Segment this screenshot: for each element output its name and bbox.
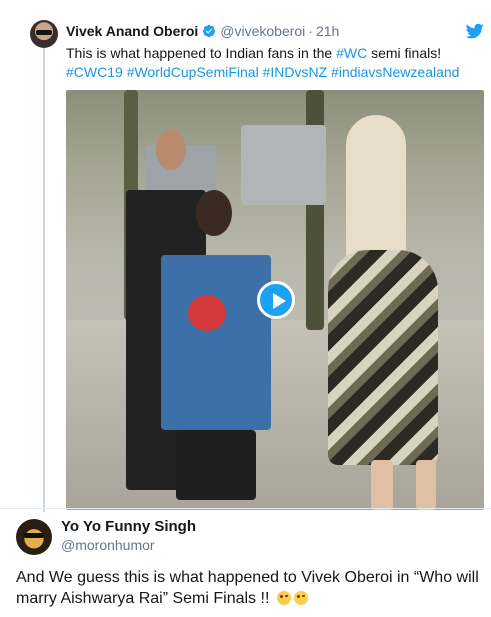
author-handle[interactable]: @vivekoberoi (220, 23, 305, 39)
hashtag-link[interactable]: #indiavsNewzealand (331, 64, 459, 80)
reply-tweet[interactable]: Yo Yo Funny Singh @moronhumor And We gue… (0, 508, 491, 617)
reply-author-handle[interactable]: @moronhumor (61, 537, 155, 553)
video-player[interactable] (66, 90, 484, 510)
tweet-text-tail: semi finals! (367, 45, 442, 61)
winking-face-emoji-icon (276, 591, 291, 605)
video-scene-car (241, 125, 326, 205)
author-name[interactable]: Vivek Anand Oberoi (66, 23, 198, 39)
quoted-tweet[interactable]: Vivek Anand Oberoi @vivekoberoi · 21h Th… (10, 8, 484, 512)
play-icon[interactable] (257, 281, 295, 319)
video-scene-person-legs (176, 430, 256, 500)
tweet-text: This is what happened to Indian fans in … (66, 45, 337, 61)
hashtag-link[interactable]: #WC (336, 45, 367, 61)
author-avatar[interactable] (30, 20, 58, 48)
reply-tweet-body: And We guess this is what happened to Vi… (16, 567, 481, 609)
video-scene-person-head (196, 190, 232, 236)
hashtag-link[interactable]: #WorldCupSemiFinal (127, 64, 259, 80)
verified-badge-icon (202, 24, 216, 38)
tweet-body: This is what happened to Indian fans in … (66, 44, 486, 82)
hashtag-link[interactable]: #INDvsNZ (263, 64, 328, 80)
reply-author-avatar[interactable] (16, 519, 52, 555)
separator-dot: · (308, 23, 313, 39)
winking-face-emoji-icon (293, 591, 308, 605)
video-scene-person (161, 255, 271, 430)
hashtag-link[interactable]: #CWC19 (66, 64, 123, 80)
thread-connector (43, 48, 45, 512)
video-scene-person-head (156, 130, 186, 170)
tweet-header: Vivek Anand Oberoi @vivekoberoi · 21h (66, 22, 339, 40)
reply-tweet-text: And We guess this is what happened to Vi… (16, 569, 479, 607)
video-scene-person-legs (371, 460, 393, 510)
video-scene-person-hair (346, 115, 406, 265)
tweet-timestamp[interactable]: 21h (316, 23, 339, 39)
reply-author-name[interactable]: Yo Yo Funny Singh (61, 518, 196, 535)
heart-logo-icon (188, 295, 226, 331)
twitter-bird-icon[interactable] (465, 22, 484, 40)
video-scene-person-legs (416, 460, 436, 510)
video-scene-person-dress (328, 250, 438, 465)
